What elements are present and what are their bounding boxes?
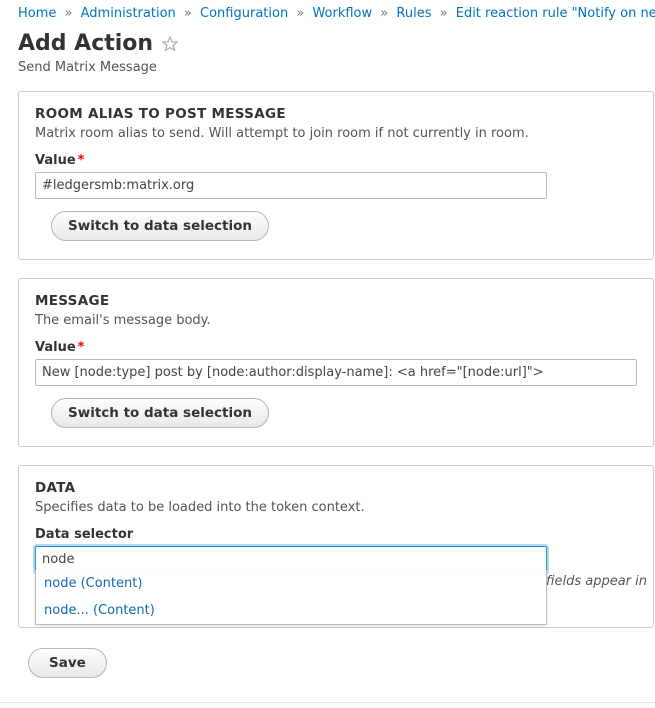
panel-data: DATA Specifies data to be loaded into th… [18,465,654,628]
data-selector-input[interactable] [35,546,547,573]
panel-message-desc: The email's message body. [35,313,637,328]
breadcrumb-configuration[interactable]: Configuration [200,6,288,21]
panel-message: MESSAGE The email's message body. Value*… [18,278,654,447]
panel-data-title: DATA [35,480,637,496]
breadcrumb-workflow[interactable]: Workflow [312,6,372,21]
data-selector-label: Data selector [35,527,637,542]
save-button[interactable]: Save [28,648,107,678]
breadcrumb-sep: » [292,6,308,21]
message-input[interactable] [35,359,637,386]
autocomplete-option[interactable]: node (Content) [36,570,546,597]
required-mark: * [76,340,85,355]
panel-room-alias-title: ROOM ALIAS TO POST MESSAGE [35,106,637,122]
panel-room-alias-desc: Matrix room alias to send. Will attempt … [35,126,637,141]
breadcrumb-sep: » [436,6,452,21]
required-mark: * [76,153,85,168]
panel-data-desc: Specifies data to be loaded into the tok… [35,500,637,515]
star-icon[interactable] [161,35,179,53]
page-title: Add Action [18,31,153,56]
panel-room-alias: ROOM ALIAS TO POST MESSAGE Matrix room a… [18,91,654,260]
hint-fragment: y fields appear in [534,574,647,589]
footer-divider [0,702,655,708]
message-value-label: Value* [35,340,637,355]
form-actions: Save [0,646,655,696]
message-switch-button[interactable]: Switch to data selection [51,398,269,428]
breadcrumb-administration[interactable]: Administration [81,6,176,21]
page-subtitle: Send Matrix Message [0,58,655,91]
room-alias-input[interactable] [35,172,547,199]
breadcrumb-current[interactable]: Edit reaction rule "Notify on new con [456,6,655,21]
breadcrumb-sep: » [180,6,196,21]
breadcrumb-home[interactable]: Home [18,6,56,21]
breadcrumb-sep: » [376,6,392,21]
room-alias-value-label: Value* [35,153,637,168]
room-alias-switch-button[interactable]: Switch to data selection [51,211,269,241]
autocomplete-dropdown: node (Content) node... (Content) [35,570,547,625]
breadcrumb-rules[interactable]: Rules [396,6,431,21]
panel-message-title: MESSAGE [35,293,637,309]
breadcrumb-sep: » [61,6,77,21]
breadcrumb: Home » Administration » Configuration » … [0,0,655,23]
autocomplete-option[interactable]: node... (Content) [36,597,546,624]
